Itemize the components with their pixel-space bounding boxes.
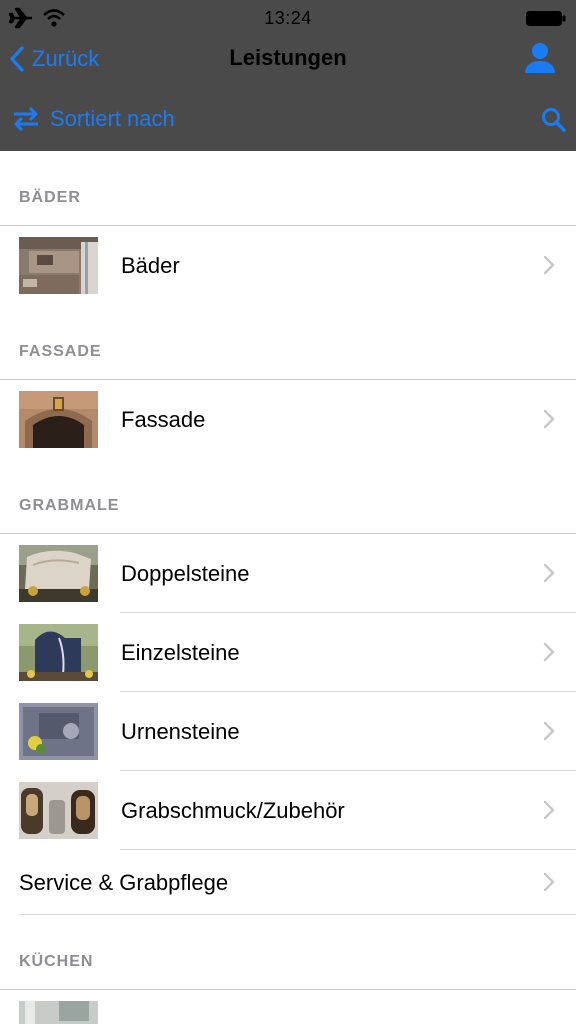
- list-item-kuechen-partial[interactable]: [0, 990, 576, 1024]
- sort-label: Sortiert nach: [50, 106, 175, 131]
- list-item-service[interactable]: Service & Grabpflege: [0, 850, 576, 915]
- sort-toolbar: Sortiert nach: [0, 92, 576, 146]
- list-item-label: Einzelsteine: [121, 639, 240, 665]
- list-item-urnensteine[interactable]: Urnensteine: [0, 692, 576, 771]
- sort-button[interactable]: Sortiert nach: [10, 102, 175, 136]
- list-item-grabschmuck[interactable]: Grabschmuck/Zubehör: [0, 771, 576, 850]
- list-item-label: Service & Grabpflege: [19, 869, 229, 895]
- section-title: FASSADE: [19, 343, 102, 360]
- chevron-right-icon: [543, 642, 555, 662]
- section-title: BÄDER: [19, 189, 81, 206]
- search-icon[interactable]: [540, 106, 568, 134]
- section-header: GRABMALE: [0, 459, 576, 534]
- list-item-label: Bäder: [121, 252, 180, 278]
- navigation-bar: Zurück Leistungen: [0, 36, 576, 84]
- chevron-right-icon: [543, 800, 555, 820]
- chevron-right-icon: [543, 563, 555, 583]
- status-time: 13:24: [264, 8, 312, 28]
- app-screen: 13:24 Zurück Leistungen Sortiert nach BÄ…: [0, 0, 576, 1024]
- list-item-fassade[interactable]: Fassade: [0, 380, 576, 459]
- list-item-doppelsteine[interactable]: Doppelsteine: [0, 534, 576, 613]
- chevron-right-icon: [543, 721, 555, 741]
- section-header: KÜCHEN: [0, 915, 576, 990]
- kitchen-photo: [19, 1001, 98, 1024]
- section-header: FASSADE: [0, 305, 576, 380]
- single-stone-photo: [19, 624, 98, 681]
- services-list: BÄDER Bäder FASSADE Fassade GRABMALE Dop…: [0, 151, 576, 1024]
- section-title: KÜCHEN: [19, 953, 94, 970]
- status-bar: 13:24: [0, 0, 576, 36]
- list-item-label: Grabschmuck/Zubehör: [121, 797, 345, 823]
- chevron-right-icon: [543, 255, 555, 275]
- facade-photo: [19, 391, 98, 448]
- double-stone-photo: [19, 545, 98, 602]
- list-item-label: Urnensteine: [121, 718, 240, 744]
- grave-decor-photo: [19, 782, 98, 839]
- battery-icon: [526, 11, 566, 26]
- list-item-einzelsteine[interactable]: Einzelsteine: [0, 613, 576, 692]
- bath-photo: [19, 237, 98, 294]
- header: 13:24 Zurück Leistungen Sortiert nach: [0, 0, 576, 151]
- section-header: BÄDER: [0, 151, 576, 226]
- list-item-baeder[interactable]: Bäder: [0, 226, 576, 305]
- section-title: GRABMALE: [19, 497, 120, 514]
- chevron-right-icon: [543, 872, 555, 892]
- swap-arrows-icon: [14, 106, 38, 132]
- user-icon[interactable]: [522, 40, 558, 76]
- list-item-label: Fassade: [121, 406, 206, 432]
- chevron-right-icon: [543, 409, 555, 429]
- list-item-label: Doppelsteine: [121, 560, 250, 586]
- urn-stone-photo: [19, 703, 98, 760]
- page-title: Leistungen: [229, 45, 347, 70]
